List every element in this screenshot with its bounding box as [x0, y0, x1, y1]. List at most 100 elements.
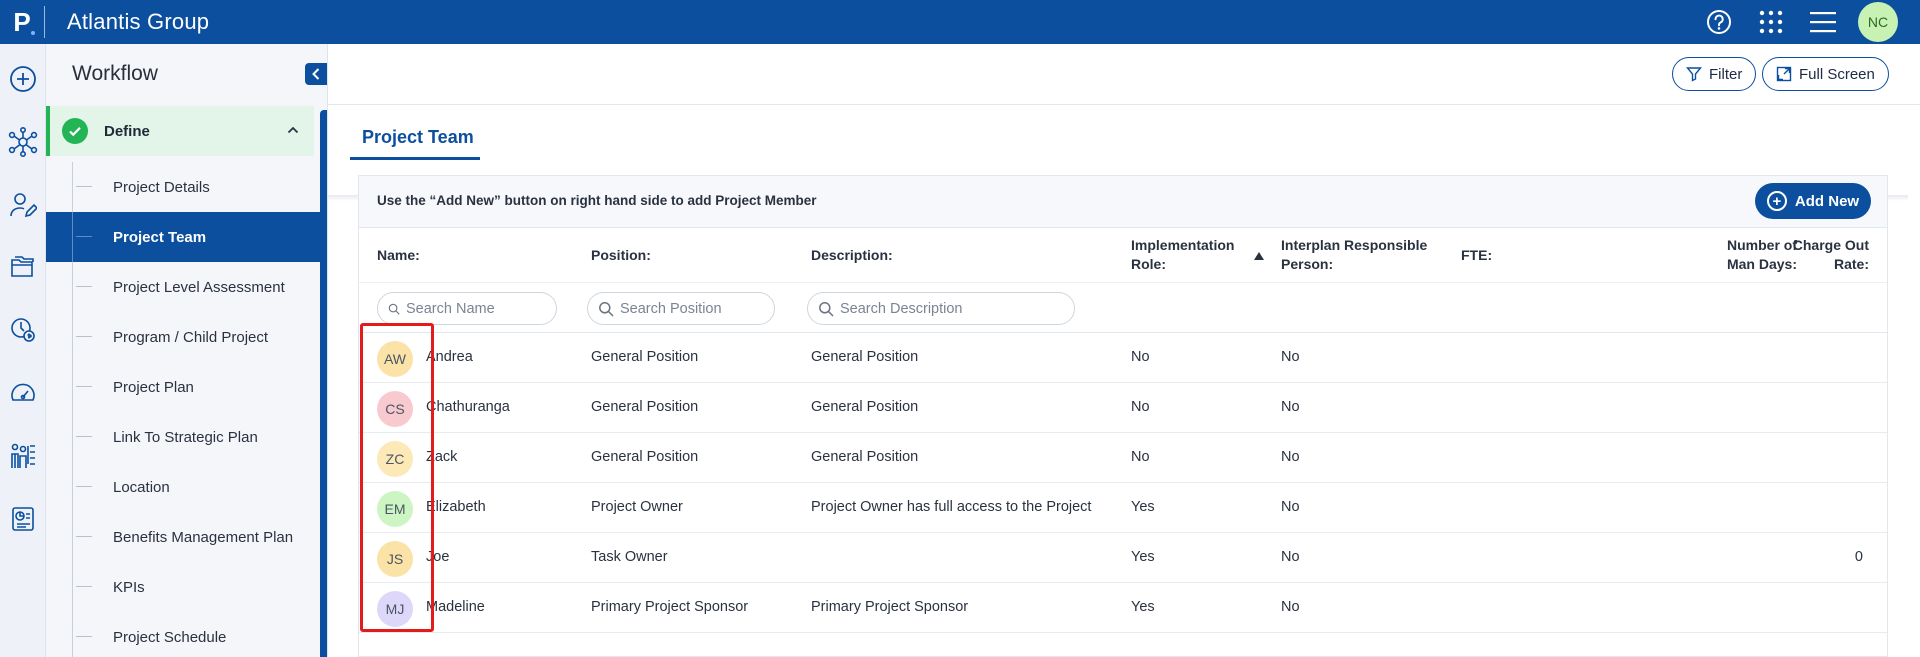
step-label: KPIs — [113, 578, 145, 596]
workflow-step-project-plan[interactable]: Project Plan — [46, 362, 320, 412]
member-implementation-role: No — [1131, 399, 1150, 415]
member-interplan-responsible: No — [1281, 499, 1300, 515]
member-description: Primary Project Sponsor — [811, 599, 969, 615]
workflow-scrollbar[interactable] — [320, 110, 327, 657]
step-label: Project Level Assessment — [113, 278, 285, 296]
member-name: Joe — [426, 549, 450, 565]
workflow-step-project-team[interactable]: Project Team — [46, 212, 320, 262]
member-name: Chathuranga — [426, 399, 510, 415]
search-position-input[interactable] — [620, 300, 770, 317]
step-label: Program / Child Project — [113, 328, 269, 346]
search-name-box[interactable] — [377, 292, 557, 325]
member-position: Project Owner — [591, 499, 683, 515]
column-header-implementation-role[interactable]: Implementation Role: — [1131, 236, 1234, 274]
member-implementation-role: Yes — [1131, 599, 1155, 615]
column-header-charge-out-rate[interactable]: Charge Out Rate: — [1793, 236, 1869, 274]
workflow-step-kpis[interactable]: KPIs — [46, 562, 320, 612]
step-label: Location — [113, 478, 170, 496]
filter-button[interactable]: Filter — [1672, 57, 1757, 91]
help-icon[interactable] — [1702, 5, 1736, 39]
report-icon[interactable] — [8, 504, 38, 534]
header-line: Person: — [1281, 256, 1334, 272]
header-line: Rate: — [1833, 256, 1869, 272]
logo-divider — [44, 6, 45, 38]
table-row[interactable]: JS Joe Task Owner Yes No 0 — [359, 533, 1887, 583]
sort-ascending-icon[interactable] — [1253, 251, 1265, 261]
add-circle-icon[interactable] — [8, 64, 38, 94]
hamburger-menu-icon[interactable] — [1806, 5, 1840, 39]
collapse-panel-button[interactable] — [305, 63, 327, 85]
logo-dot — [31, 31, 35, 35]
column-header-description[interactable]: Description: — [811, 246, 893, 265]
search-position-box[interactable] — [587, 292, 775, 325]
table-body: AW Andrea General Position General Position… — [359, 333, 1887, 633]
workflow-step-location[interactable]: Location — [46, 462, 320, 512]
full-screen-button[interactable]: Full Screen — [1762, 57, 1889, 91]
member-charge-out-rate: 0 — [1854, 549, 1863, 565]
search-description-input[interactable] — [840, 300, 1060, 317]
folders-icon[interactable] — [8, 252, 38, 282]
column-header-interplan-responsible-person[interactable]: Interplan Responsible Person: — [1281, 236, 1427, 274]
workflow-step-project-level-assessment[interactable]: Project Level Assessment — [46, 262, 320, 312]
column-header-position[interactable]: Position: — [591, 246, 651, 265]
member-implementation-role: Yes — [1131, 549, 1155, 565]
member-position: Task Owner — [591, 549, 668, 565]
column-header-man-days[interactable]: Number of Man Days: — [1727, 236, 1797, 274]
user-avatar[interactable]: NC — [1858, 2, 1898, 42]
table-row[interactable]: CS Chathuranga General Position General Pos… — [359, 383, 1887, 433]
workflow-step-link-to-strategic-plan[interactable]: Link To Strategic Plan — [46, 412, 320, 462]
user-edit-icon[interactable] — [8, 190, 38, 220]
finance-clock-icon[interactable] — [8, 315, 38, 345]
filter-row — [359, 283, 1887, 333]
step-label: Benefits Management Plan — [113, 528, 294, 546]
workflow-step-program-child-project[interactable]: Program / Child Project — [46, 312, 320, 362]
chevron-up-icon — [287, 126, 299, 134]
workflow-panel: Workflow Define Project Details Project … — [46, 44, 328, 657]
column-header-name[interactable]: Name: — [377, 246, 420, 265]
full-screen-label: Full Screen — [1799, 65, 1875, 83]
project-team-table: Use the “Add New” button on right hand s… — [358, 175, 1888, 657]
workflow-step-benefits-management-plan[interactable]: Benefits Management Plan — [46, 512, 320, 562]
add-new-button[interactable]: + Add New — [1755, 183, 1871, 219]
member-avatar: CS — [377, 391, 413, 427]
workflow-step-project-schedule[interactable]: Project Schedule — [46, 612, 320, 657]
check-circle-icon — [62, 118, 88, 144]
table-row[interactable]: EM Elizabeth Project Owner Project Owner ha… — [359, 483, 1887, 533]
chevron-left-icon — [312, 68, 320, 80]
main-content: Filter Full Screen Project Team Use the … — [328, 44, 1920, 657]
workflow-step-project-details[interactable]: Project Details — [46, 162, 320, 212]
member-description: Project Owner has full access to the Pro… — [811, 499, 1092, 515]
column-header-fte[interactable]: FTE: — [1461, 246, 1492, 265]
member-avatar: ZC — [377, 441, 413, 477]
app-logo[interactable]: P — [0, 0, 44, 44]
define-section-label: Define — [104, 122, 150, 140]
company-name: Atlantis Group — [67, 9, 210, 34]
member-position: General Position — [591, 399, 699, 415]
header-line: Implementation — [1131, 237, 1235, 253]
step-label: Project Plan — [113, 378, 194, 396]
step-label: Link To Strategic Plan — [113, 428, 258, 446]
apps-grid-icon[interactable] — [1754, 5, 1788, 39]
toolbar: Filter Full Screen — [328, 44, 1920, 105]
member-avatar: JS — [377, 541, 413, 577]
tab-project-team[interactable]: Project Team — [350, 117, 486, 157]
speedometer-icon[interactable] — [8, 378, 38, 408]
search-name-input[interactable] — [406, 300, 556, 317]
table-row[interactable]: ZC Zack General Position General Position No… — [359, 433, 1887, 483]
logo-letter: P — [13, 6, 31, 37]
top-bar: P Atlantis Group NC — [0, 0, 1920, 44]
member-implementation-role: No — [1131, 349, 1150, 365]
member-position: General Position — [591, 449, 699, 465]
network-icon[interactable] — [8, 127, 38, 157]
define-section-header[interactable]: Define — [46, 106, 314, 156]
search-description-box[interactable] — [807, 292, 1075, 325]
header-line: Interplan Responsible — [1281, 237, 1428, 253]
table-header-bar: Use the “Add New” button on right hand s… — [359, 176, 1887, 228]
table-row[interactable]: AW Andrea General Position General Position… — [359, 333, 1887, 383]
step-label: Project Team — [113, 228, 207, 246]
people-hierarchy-icon[interactable] — [8, 441, 38, 471]
member-interplan-responsible: No — [1281, 599, 1300, 615]
table-row[interactable]: MJ Madeline Primary Project Sponsor Primary… — [359, 583, 1887, 633]
member-avatar: AW — [377, 341, 413, 377]
member-name: Zack — [426, 449, 458, 465]
